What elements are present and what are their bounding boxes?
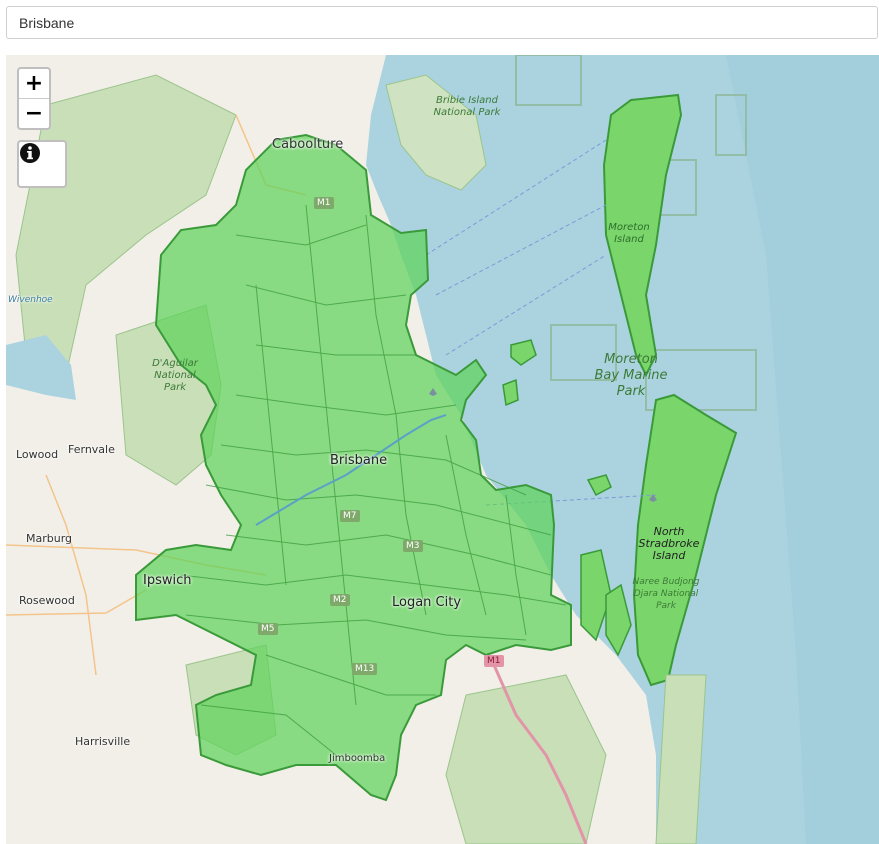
label-moreton-bay-marine-park: Moreton Bay Marine Park [594, 352, 668, 399]
map-view[interactable]: Caboolture Bribie Island National Park W… [6, 55, 879, 844]
label-logan-city: Logan City [392, 595, 462, 610]
road-shield-m7: M7 [340, 510, 360, 522]
info-button[interactable] [17, 140, 67, 188]
label-jimboomba: Jimboomba [329, 753, 386, 764]
label-marburg: Marburg [26, 532, 73, 545]
label-naree-budjong-djara-park: Naree Budjong Djara National Park [632, 577, 700, 611]
label-daguilar-park: D'Aguilar National Park [152, 358, 198, 393]
label-bribie-island-park: Bribie Island National Park [433, 95, 501, 118]
label-rosewood: Rosewood [19, 594, 75, 607]
label-lowood: Lowood [16, 448, 59, 461]
zoom-in-button[interactable]: + [19, 69, 49, 98]
road-shield-m5: M5 [258, 623, 278, 635]
label-brisbane: Brisbane [330, 453, 388, 468]
label-wivenhoe: Wivenhoe [8, 295, 53, 305]
label-caboolture: Caboolture [272, 137, 344, 152]
road-shield-m1-south: M1 [484, 655, 504, 667]
label-north-stradbroke-island: North Stradbroke Island [638, 525, 700, 562]
info-circle-icon [20, 143, 40, 163]
zoom-out-button[interactable]: − [19, 98, 49, 128]
label-harrisville: Harrisville [75, 735, 131, 748]
label-ipswich: Ipswich [143, 573, 192, 588]
search-box[interactable] [6, 6, 878, 39]
label-fernvale: Fernvale [68, 443, 115, 456]
road-shield-m2: M2 [330, 594, 350, 606]
road-shield-m3: M3 [403, 540, 423, 552]
zoom-control: + − [17, 67, 51, 130]
label-moreton-island: Moreton Island [608, 222, 650, 245]
road-shield-m1-north: M1 [314, 197, 334, 209]
map-canvas[interactable] [6, 55, 879, 844]
road-shield-m13: M13 [352, 663, 378, 675]
search-input[interactable] [7, 7, 877, 38]
